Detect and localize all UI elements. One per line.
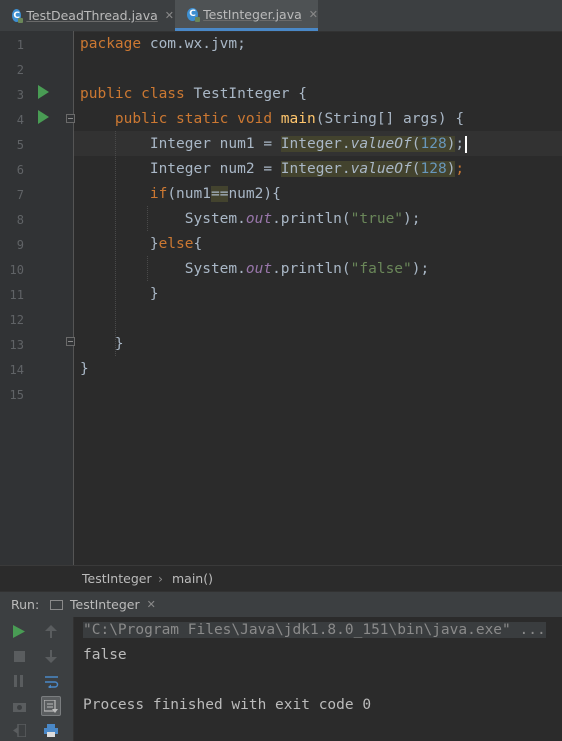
run-console[interactable]: "C:\Program Files\Java\jdk1.8.0_151\bin\… xyxy=(74,617,562,741)
line-number: 14 xyxy=(9,363,24,377)
line-number: 5 xyxy=(16,138,24,152)
line-number: 13 xyxy=(9,338,24,352)
code-line-4: public static void main(String[] args) { xyxy=(114,111,465,127)
close-icon[interactable]: ✕ xyxy=(147,598,156,611)
usage-highlight: Integer.valueOf(128) xyxy=(280,161,456,177)
line-number: 7 xyxy=(16,188,24,202)
up-arrow-icon[interactable] xyxy=(42,622,60,640)
console-output-line: false xyxy=(83,647,127,663)
text-caret xyxy=(465,135,468,153)
line-number: 12 xyxy=(9,313,24,327)
tab-testdeadthread[interactable]: C TestDeadThread.java ✕ xyxy=(0,0,174,31)
print-icon[interactable] xyxy=(42,721,60,739)
run-toolbar xyxy=(0,617,74,741)
scroll-to-end-icon[interactable] xyxy=(41,696,61,716)
run-tool-window-header: Run: TestInteger ✕ xyxy=(0,591,562,618)
editor-gutter: 1 2 3 4 5 6 7 8 9 10 11 12 13 14 15 xyxy=(0,31,75,565)
soft-wrap-icon[interactable] xyxy=(42,672,60,690)
breadcrumb: TestInteger › main() xyxy=(0,565,562,591)
line-number: 11 xyxy=(9,288,24,302)
code-line-3: public class TestInteger { xyxy=(80,86,307,102)
code-line-9: }else{ xyxy=(149,236,203,252)
line-number: 1 xyxy=(16,38,24,52)
console-command-line[interactable]: "C:\Program Files\Java\jdk1.8.0_151\bin\… xyxy=(83,618,546,643)
editor-tab-bar: C TestDeadThread.java ✕ C TestInteger.ja… xyxy=(0,0,562,32)
camera-icon[interactable] xyxy=(10,697,28,715)
code-line-5: Integer num1 = Integer.valueOf(128); xyxy=(80,132,468,157)
run-icon[interactable] xyxy=(10,622,28,640)
close-icon[interactable]: ✕ xyxy=(309,8,318,21)
pause-icon[interactable] xyxy=(10,672,28,690)
breadcrumb-separator: › xyxy=(158,571,163,586)
run-class-icon[interactable] xyxy=(38,85,49,99)
usage-highlight: Integer.valueOf(128) xyxy=(280,136,456,152)
exit-icon[interactable] xyxy=(10,721,28,739)
breadcrumb-method[interactable]: main() xyxy=(172,571,213,586)
run-label: Run: xyxy=(11,597,40,612)
code-line-6: Integer num2 = Integer.valueOf(128); xyxy=(149,161,465,177)
line-number: 8 xyxy=(16,213,24,227)
run-method-icon[interactable] xyxy=(38,110,49,124)
line-number: 2 xyxy=(16,63,24,77)
java-class-icon: C xyxy=(187,7,201,22)
line-number: 9 xyxy=(16,238,24,252)
close-icon[interactable]: ✕ xyxy=(165,9,174,22)
line-number: 15 xyxy=(9,388,24,402)
line-number: 10 xyxy=(9,263,24,277)
breadcrumb-class[interactable]: TestInteger xyxy=(82,571,152,586)
console-exit-line: Process finished with exit code 0 xyxy=(83,697,372,713)
run-config-tab[interactable]: TestInteger ✕ xyxy=(50,592,156,617)
console-icon xyxy=(50,599,63,610)
tab-label: TestDeadThread.java xyxy=(26,8,158,23)
stop-icon[interactable] xyxy=(10,647,28,665)
tab-testinteger[interactable]: C TestInteger.java ✕ xyxy=(175,0,318,31)
line-number: 3 xyxy=(16,88,24,102)
code-line-10: System.out.println("false"); xyxy=(184,261,430,277)
run-tab-label: TestInteger xyxy=(70,597,140,612)
code-line-7: if(num1==num2){ xyxy=(149,186,281,202)
code-editor[interactable]: package com.wx.jvm; public class TestInt… xyxy=(74,31,562,565)
code-line-8: System.out.println("true"); xyxy=(184,211,421,227)
code-line-1: package com.wx.jvm; xyxy=(80,36,246,52)
line-number: 4 xyxy=(16,113,24,127)
java-class-icon: C xyxy=(12,9,24,23)
down-arrow-icon[interactable] xyxy=(42,647,60,665)
code-line-11: } xyxy=(149,286,159,302)
line-number: 6 xyxy=(16,163,24,177)
code-line-13: } xyxy=(114,336,124,352)
tab-label: TestInteger.java xyxy=(203,6,302,22)
code-line-14: } xyxy=(80,361,89,377)
